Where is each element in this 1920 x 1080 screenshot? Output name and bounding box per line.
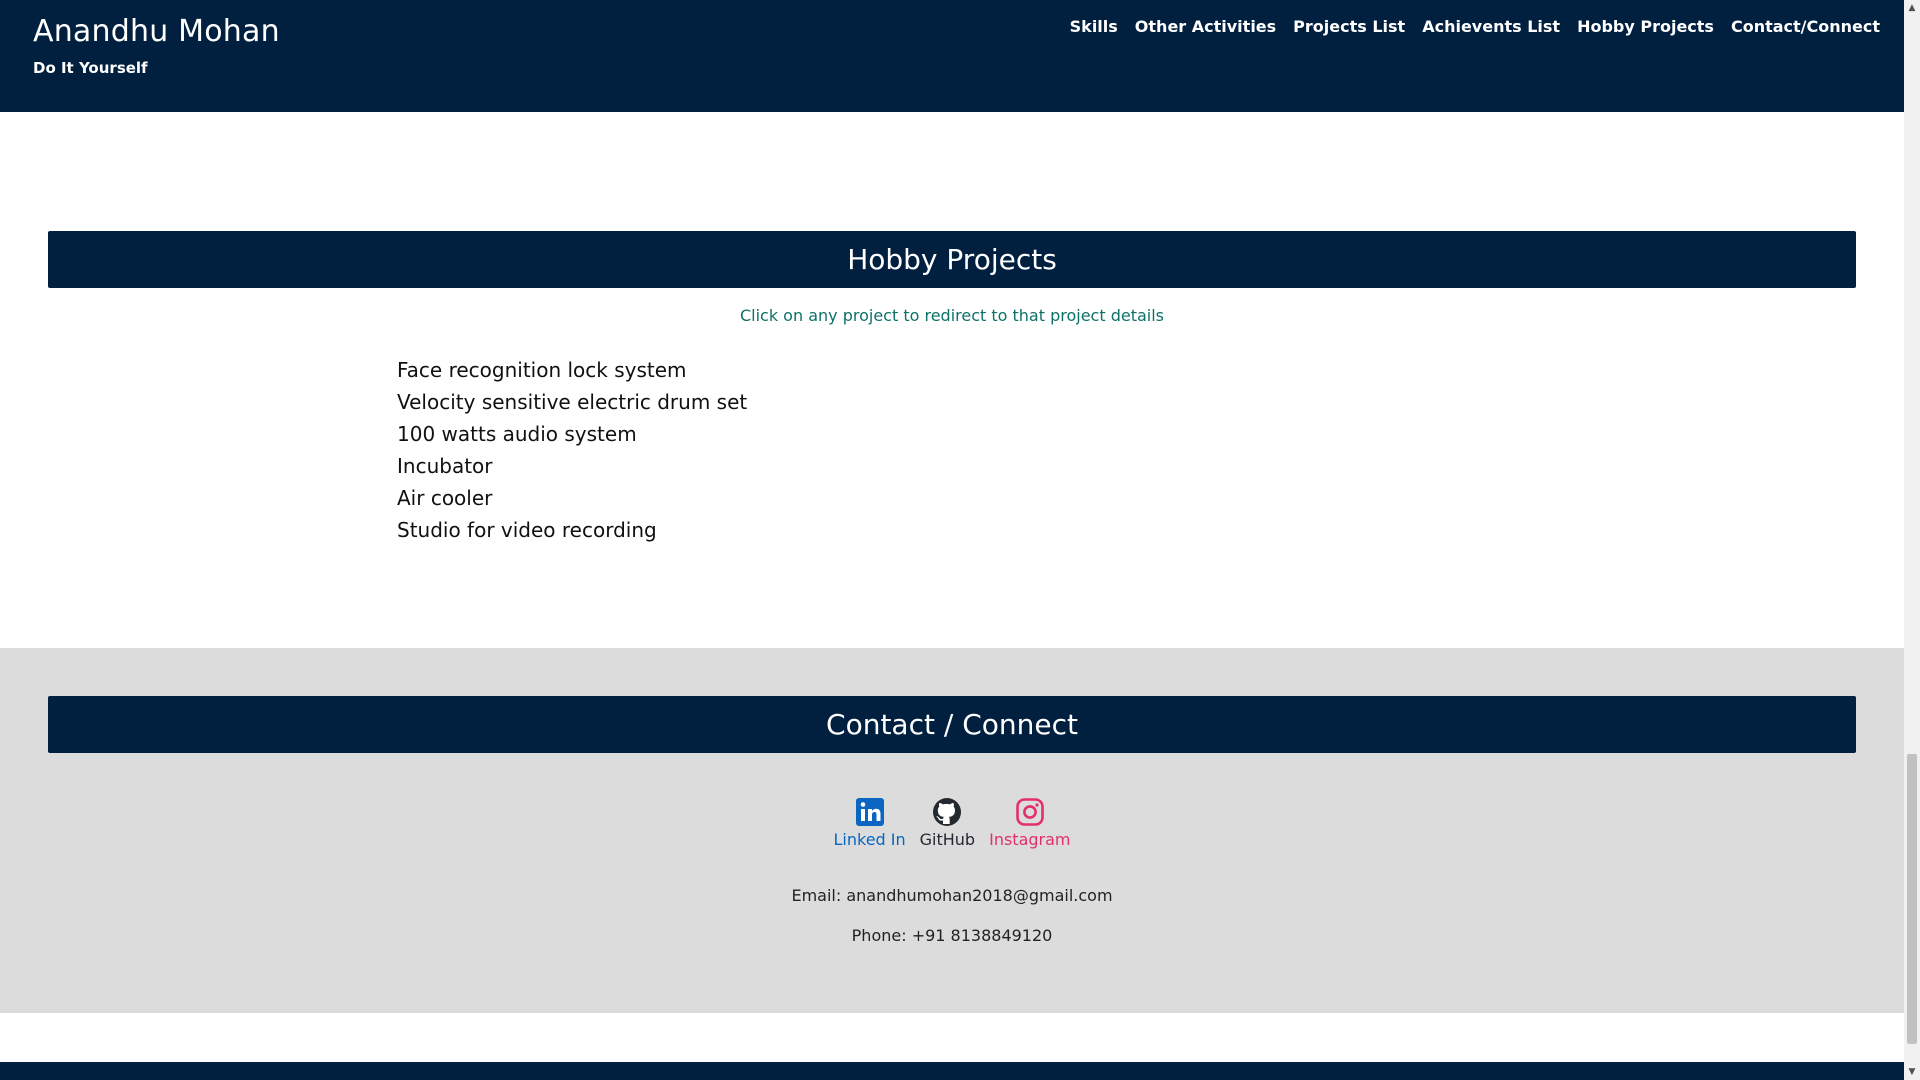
site-tagline: Do It Yourself [33, 59, 148, 77]
nav-other-activities[interactable]: Other Activities [1135, 17, 1276, 36]
hobby-projects-hint: Click on any project to redirect to that… [739, 306, 1165, 325]
site-header: Anandhu Mohan Do It Yourself Skills Othe… [0, 0, 1904, 112]
instagram-label: Instagram [989, 830, 1071, 849]
contact-email: Email: anandhumohan2018@gmail.com [791, 886, 1113, 905]
nav-contact-connect[interactable]: Contact/Connect [1731, 17, 1880, 36]
main-nav: Skills Other Activities Projects List Ac… [1070, 17, 1880, 36]
nav-achievements-list[interactable]: Achievents List [1422, 17, 1560, 36]
project-link[interactable]: Velocity sensitive electric drum set [397, 388, 747, 420]
github-label: GitHub [919, 830, 976, 849]
page-scrollbar[interactable]: ▲ ▼ [1904, 0, 1920, 1080]
scrollbar-thumb[interactable] [1907, 754, 1917, 1044]
project-link[interactable]: Face recognition lock system [397, 356, 747, 388]
scroll-up-arrow-icon[interactable]: ▲ [1904, 0, 1920, 16]
contact-phone: Phone: +91 8138849120 [851, 926, 1053, 945]
hobby-projects-heading: Hobby Projects [48, 231, 1856, 288]
instagram-link[interactable]: Instagram [989, 797, 1071, 849]
github-link[interactable]: GitHub [920, 797, 975, 849]
footer-strip [0, 1062, 1904, 1080]
contact-heading: Contact / Connect [48, 696, 1856, 753]
project-link[interactable]: 100 watts audio system [397, 420, 747, 452]
site-title: Anandhu Mohan [33, 14, 280, 49]
scroll-down-arrow-icon[interactable]: ▼ [1904, 1064, 1920, 1080]
project-link[interactable]: Air cooler [397, 484, 747, 516]
nav-skills[interactable]: Skills [1070, 17, 1118, 36]
nav-hobby-projects[interactable]: Hobby Projects [1577, 17, 1714, 36]
nav-projects-list[interactable]: Projects List [1293, 17, 1405, 36]
hobby-project-list: Face recognition lock system Velocity se… [397, 356, 747, 548]
github-icon [933, 798, 962, 826]
linkedin-label: Linked In [833, 830, 906, 849]
social-links: Linked In GitHub Instagram [0, 797, 1904, 849]
project-link[interactable]: Studio for video recording [397, 516, 747, 548]
linkedin-link[interactable]: Linked In [834, 797, 906, 849]
linkedin-icon [855, 798, 884, 826]
project-link[interactable]: Incubator [397, 452, 747, 484]
instagram-icon [1015, 798, 1044, 826]
